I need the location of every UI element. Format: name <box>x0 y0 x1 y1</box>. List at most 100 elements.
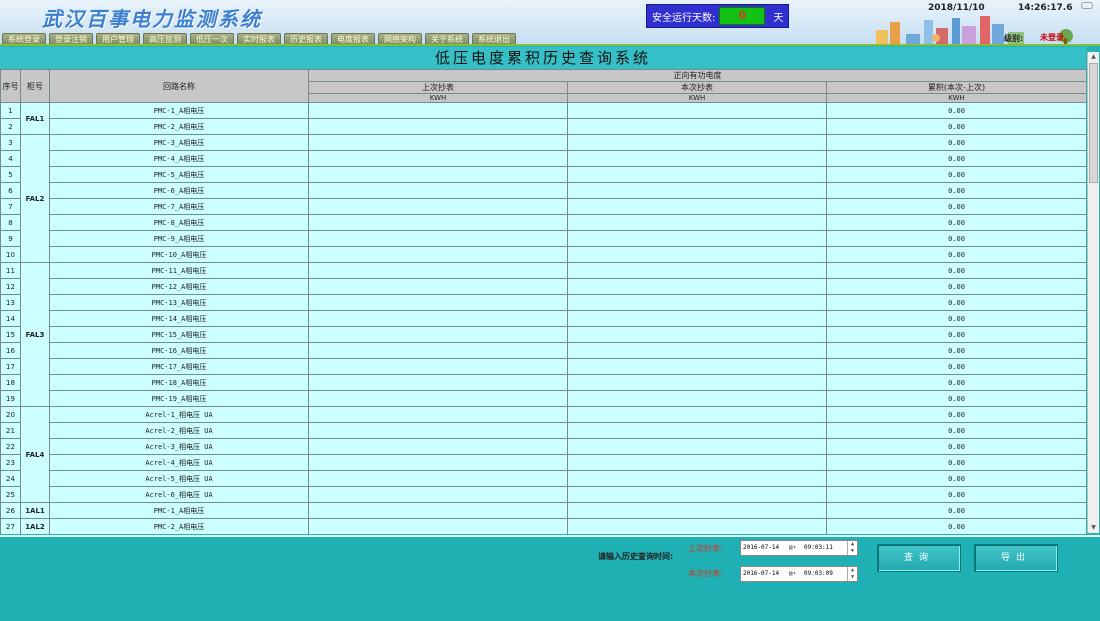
row-last-reading <box>308 326 568 343</box>
table-scrollbar[interactable]: ▲ ▼ <box>1087 52 1099 533</box>
row-seq: 5 <box>0 166 21 183</box>
row-current-reading <box>567 502 827 519</box>
energy-history-table-container[interactable]: 序号 柜号 回路名称 正向有功电度 上次抄表 本次抄表 累积(本次-上次) KW… <box>0 69 1086 534</box>
export-button[interactable]: 导出 <box>974 544 1058 572</box>
table-row: 24 Acrel-5_相电压 UA 0.00 <box>0 470 1086 487</box>
page-title: 低压电度累积历史查询系统 <box>0 47 1086 69</box>
calendar-dropdown-icon[interactable]: ▥▾ <box>789 541 796 555</box>
row-circuit-name: PMC-5_A相电压 <box>49 166 309 183</box>
scroll-up-icon[interactable]: ▲ <box>1088 52 1099 62</box>
row-current-reading <box>567 342 827 359</box>
row-accumulated: 0.00 <box>825 166 1086 183</box>
row-last-reading <box>308 518 568 534</box>
row-current-reading <box>567 454 827 471</box>
row-last-reading <box>308 342 568 359</box>
row-seq: 20 <box>0 406 21 423</box>
row-current-reading <box>567 470 827 487</box>
row-current-reading <box>567 438 827 455</box>
row-current-reading <box>567 374 827 391</box>
row-last-reading <box>308 422 568 439</box>
row-current-reading <box>567 134 827 151</box>
header-toggle-button[interactable] <box>1081 2 1093 9</box>
header-unit: KWH <box>308 93 568 103</box>
row-seq: 11 <box>0 262 21 279</box>
row-seq: 6 <box>0 182 21 199</box>
row-seq: 24 <box>0 470 21 487</box>
row-circuit-name: PMC-3_A相电压 <box>49 134 309 151</box>
current-time: 14:26:17.6 <box>1018 3 1073 13</box>
row-last-reading <box>308 374 568 391</box>
row-seq: 2 <box>0 118 21 135</box>
row-seq: 9 <box>0 230 21 247</box>
row-last-reading <box>308 470 568 487</box>
row-seq: 12 <box>0 278 21 295</box>
row-circuit-name: PMC-9_A相电压 <box>49 230 309 247</box>
row-seq: 19 <box>0 390 21 407</box>
row-last-reading <box>308 166 568 183</box>
header-current-reading: 本次抄表 <box>567 81 827 94</box>
row-circuit-name: PMC-6_A相电压 <box>49 182 309 199</box>
row-current-reading <box>567 518 827 534</box>
row-seq: 1 <box>0 102 21 119</box>
last-reading-datetime-field[interactable]: 2016-07-14 ▥▾ 09:03:11 ▲ ▼ <box>740 540 858 556</box>
table-row: 16 PMC-16_A相电压 0.00 <box>0 342 1086 359</box>
row-seq: 22 <box>0 438 21 455</box>
safety-days-value: 0 <box>719 7 766 25</box>
row-last-reading <box>308 262 568 279</box>
row-cabinet: FAL2 <box>20 134 50 263</box>
row-circuit-name: Acrel-5_相电压 UA <box>49 470 309 487</box>
current-reading-date[interactable]: 2016-07-14 <box>743 567 779 581</box>
row-current-reading <box>567 326 827 343</box>
row-seq: 13 <box>0 294 21 311</box>
row-circuit-name: PMC-7_A相电压 <box>49 198 309 215</box>
user-level-label: 级别: <box>1004 34 1024 43</box>
query-button[interactable]: 查询 <box>877 544 961 572</box>
spinner-icon[interactable]: ▲ ▼ <box>847 567 857 581</box>
row-last-reading <box>308 134 568 151</box>
row-current-reading <box>567 246 827 263</box>
scroll-down-icon[interactable]: ▼ <box>1088 523 1099 533</box>
row-circuit-name: PMC-15_A相电压 <box>49 326 309 343</box>
row-seq: 8 <box>0 214 21 231</box>
row-circuit-name: PMC-18_A相电压 <box>49 374 309 391</box>
row-circuit-name: PMC-2_A相电压 <box>49 518 309 534</box>
row-accumulated: 0.00 <box>825 422 1086 439</box>
row-last-reading <box>308 454 568 471</box>
row-circuit-name: PMC-8_A相电压 <box>49 214 309 231</box>
row-current-reading <box>567 102 827 119</box>
spinner-icon[interactable]: ▲ ▼ <box>847 541 857 555</box>
table-row: 27 1AL2 PMC-2_A相电压 0.00 <box>0 518 1086 534</box>
row-circuit-name: PMC-19_A相电压 <box>49 390 309 407</box>
header-circuit: 回路名称 <box>49 69 309 103</box>
scroll-thumb[interactable] <box>1089 63 1098 183</box>
row-last-reading <box>308 310 568 327</box>
row-accumulated: 0.00 <box>825 262 1086 279</box>
row-cabinet: 1AL1 <box>20 502 50 519</box>
calendar-dropdown-icon[interactable]: ▥▾ <box>789 567 796 581</box>
table-row: 26 1AL1 PMC-1_A相电压 0.00 <box>0 502 1086 519</box>
row-cabinet: FAL1 <box>20 102 50 135</box>
row-seq: 23 <box>0 454 21 471</box>
row-current-reading <box>567 214 827 231</box>
row-last-reading <box>308 358 568 375</box>
safety-days-label: 安全运行天数: <box>652 12 716 24</box>
row-last-reading <box>308 294 568 311</box>
table-row: 23 Acrel-4_相电压 UA 0.00 <box>0 454 1086 471</box>
row-accumulated: 0.00 <box>825 438 1086 455</box>
current-reading-time[interactable]: 09:03:09 <box>804 567 833 581</box>
row-accumulated: 0.00 <box>825 278 1086 295</box>
user-level-value: 未登录 <box>1040 33 1064 42</box>
last-reading-date[interactable]: 2016-07-14 <box>743 541 779 555</box>
row-current-reading <box>567 278 827 295</box>
row-accumulated: 0.00 <box>825 118 1086 135</box>
row-current-reading <box>567 406 827 423</box>
last-reading-time[interactable]: 09:03:11 <box>804 541 833 555</box>
table-row: 21 Acrel-2_相电压 UA 0.00 <box>0 422 1086 439</box>
header-unit: KWH <box>567 93 827 103</box>
row-accumulated: 0.00 <box>825 310 1086 327</box>
row-seq: 25 <box>0 486 21 503</box>
current-reading-datetime-field[interactable]: 2016-07-14 ▥▾ 09:03:09 ▲ ▼ <box>740 566 858 582</box>
row-accumulated: 0.00 <box>825 454 1086 471</box>
safety-days-unit: 天 <box>768 8 789 24</box>
row-circuit-name: Acrel-6_相电压 UA <box>49 486 309 503</box>
